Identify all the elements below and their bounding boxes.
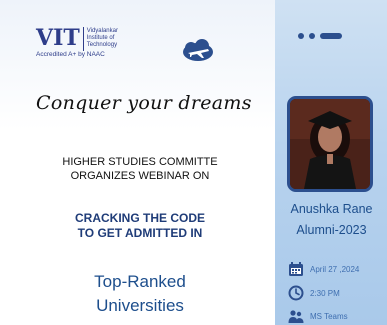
speaker-photo (287, 96, 373, 192)
logo-divider (82, 27, 84, 51)
clock-icon (288, 285, 304, 301)
logo-mark: VIT (36, 25, 80, 51)
topic-line: CRACKING THE CODE (74, 211, 205, 225)
accreditation-text: Accredited A+ by NAAC (36, 51, 105, 58)
event-date-row: April 27 ,2024 (288, 261, 359, 277)
topic-line: TO GET ADMITTED IN (77, 226, 203, 240)
highlight-text: Top-Ranked Universities (40, 270, 240, 318)
webinar-poster: VIT Vidyalankar Institute of Technology … (0, 0, 387, 325)
speaker-batch: Alumni-2023 (296, 223, 367, 237)
logo-name-line: Vidyalankar (86, 28, 118, 34)
event-platform-row: MS Teams (288, 308, 348, 324)
highlight-line: Top-Ranked (94, 272, 186, 291)
headline: Conquer your dreams (36, 92, 252, 114)
decorative-dots (298, 33, 342, 39)
highlight-line: Universities (96, 296, 184, 315)
speaker-portrait (290, 99, 370, 189)
event-time: 2:30 PM (310, 288, 340, 298)
vit-logo: VIT Vidyalankar Institute of Technology (36, 27, 118, 51)
organizer-line: HIGHER STUDIES COMMITTE (62, 156, 218, 168)
organizer-text: HIGHER STUDIES COMMITTE ORGANIZES WEBINA… (40, 155, 240, 183)
people-icon (288, 310, 304, 323)
event-platform: MS Teams (310, 311, 348, 321)
speaker-name: Anushka Rane (290, 202, 373, 216)
organizer-line: ORGANIZES WEBINAR ON (70, 170, 210, 182)
airplane-cloud-icon (183, 39, 213, 61)
dash (320, 33, 342, 39)
logo-name-line: Technology (86, 42, 118, 48)
event-date: April 27 ,2024 (310, 264, 360, 274)
calendar-icon (289, 262, 303, 276)
event-time-row: 2:30 PM (288, 285, 340, 301)
logo-name-line: Institute of (86, 35, 115, 41)
dot (309, 33, 315, 39)
webinar-topic: CRACKING THE CODE TO GET ADMITTED IN (40, 211, 240, 241)
logo-name: Vidyalankar Institute of Technology (87, 27, 118, 49)
dot (298, 33, 304, 39)
